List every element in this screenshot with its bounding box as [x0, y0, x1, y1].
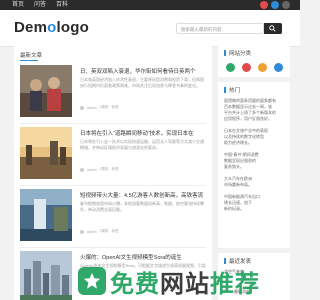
hot-text: 大众汽车在欧洲 [224, 176, 252, 181]
divider [20, 185, 206, 186]
section-title: 最新文章 [20, 53, 43, 61]
nav-home[interactable]: 首页 [12, 1, 24, 9]
star-logo-icon [78, 267, 106, 295]
author-avatar [80, 229, 84, 234]
article-thumbnail[interactable] [20, 189, 72, 241]
article-date: 2周前 [99, 167, 109, 171]
hot-text: 日本在文旅产业中的表现 [224, 128, 268, 133]
hot-text: 面馆做的面条用量的面条都有 [224, 98, 276, 103]
weibo-icon[interactable] [260, 1, 268, 9]
weibo-icon[interactable] [242, 63, 251, 72]
article-meta: admin 2周前 标签 [80, 105, 119, 110]
widget-title: 热门 [224, 86, 240, 94]
hot-text: 新的纪录。 [224, 206, 244, 211]
divider [20, 123, 206, 124]
hot-text: 数据呈现出强劲的 [224, 158, 256, 163]
article-tag[interactable]: 标签 [112, 229, 119, 234]
article-title[interactable]: 日、英双双陷入衰退，华尔街如何看待日英两个 [80, 67, 206, 75]
article-author: admin [87, 105, 97, 110]
top-bar: 首页 问答 百科 [0, 0, 300, 10]
watermark-text: 免费网站推荐 [110, 270, 260, 298]
hot-text: 百本数据显示过去一周，该 [224, 104, 272, 109]
hot-text: 中国新能源汽车出口 [224, 194, 260, 199]
search-icon [269, 25, 276, 32]
author-avatar [80, 105, 84, 110]
article-date: 2周前 [99, 105, 109, 109]
divider [20, 247, 206, 248]
search-input[interactable]: 搜索最火最新的内容 [176, 23, 264, 34]
category-icons [226, 63, 283, 72]
article-summary: 日本将在引入这一技术以实现快速运输，运用无人驾驶等方式减少交通拥堵，并带动区域经… [80, 139, 204, 150]
nav-wiki[interactable]: 百科 [56, 1, 68, 9]
article-thumbnail[interactable] [20, 251, 72, 300]
article-item[interactable]: 日本将在引入“道路瞬间移动”技术，实现日本在 日本将在引入这一技术以实现快速运输… [20, 127, 208, 183]
hot-text: 市场重新布局。 [224, 182, 252, 187]
article-thumbnail[interactable] [20, 65, 72, 117]
hot-text: 助力经济增长。 [224, 140, 252, 145]
site-logo[interactable]: Demologo [14, 19, 89, 36]
top-icons [260, 1, 290, 9]
article-title[interactable]: 日本将在引入“道路瞬间移动”技术，实现日本在 [80, 129, 206, 137]
article-title[interactable]: 火爆的：OpenAI文生视频模型Sora的诞生 [80, 253, 206, 261]
author-avatar [80, 167, 84, 172]
article-summary: 日本和英国经济陷入技术性衰退，主要原因是消费和投资下滑，但两国央行短期内仍面临政… [80, 77, 204, 88]
qq-icon[interactable] [274, 63, 283, 72]
search-button[interactable] [264, 23, 282, 34]
hot-text: 平台共计上线了多个新版本的 [224, 110, 276, 115]
category-widget: 网站分类 [218, 45, 290, 77]
qq-icon[interactable] [271, 1, 279, 9]
article-date: 2周前 [99, 229, 109, 233]
hot-text: 中国“春节”期间消费 [224, 152, 259, 157]
top-nav: 首页 问答 百科 [12, 1, 68, 9]
article-summary: 春节假期旅游市场火爆，多地游客数量创新高，铁路、航空客流持续攀升，带动消费全面回… [80, 201, 204, 212]
hot-text: 以及持续的数字化转型 [224, 134, 264, 139]
star-icon[interactable] [258, 63, 267, 72]
widget-title: 网站分类 [224, 49, 251, 57]
hot-text: 应用程序，用户反馈良好。 [224, 116, 272, 121]
nav-qa[interactable]: 问答 [34, 1, 46, 9]
watermark-banner: 免费网站推荐 [78, 262, 298, 300]
article-author: admin [87, 229, 97, 234]
hot-widget: 热门 面馆做的面条用量的面条都有 百本数据显示过去一周，该 平台共计上线了多个新… [218, 82, 290, 248]
hot-text: 增长迅速，创下 [224, 200, 252, 205]
wechat-icon[interactable] [226, 63, 235, 72]
article-thumbnail[interactable] [20, 127, 72, 179]
header: Demologo 搜索最火最新的内容 [0, 10, 300, 47]
article-meta: admin 2周前 标签 [80, 167, 119, 172]
article-author: admin [87, 167, 97, 172]
article-title[interactable]: 短视频带火大量：4.5亿游客人数创新高，高铁客流 [80, 191, 206, 199]
article-meta: admin 2周前 标签 [80, 229, 119, 234]
article-item[interactable]: 日、英双双陷入衰退，华尔街如何看待日英两个 日本和英国经济陷入技术性衰退，主要原… [20, 65, 208, 121]
article-tag[interactable]: 标签 [112, 105, 119, 110]
user-icon[interactable] [282, 1, 290, 9]
hot-text: 复苏势头。 [224, 164, 244, 169]
article-item[interactable]: 短视频带火大量：4.5亿游客人数创新高，高铁客流 春节假期旅游市场火爆，多地游客… [20, 189, 208, 245]
article-tag[interactable]: 标签 [112, 167, 119, 172]
